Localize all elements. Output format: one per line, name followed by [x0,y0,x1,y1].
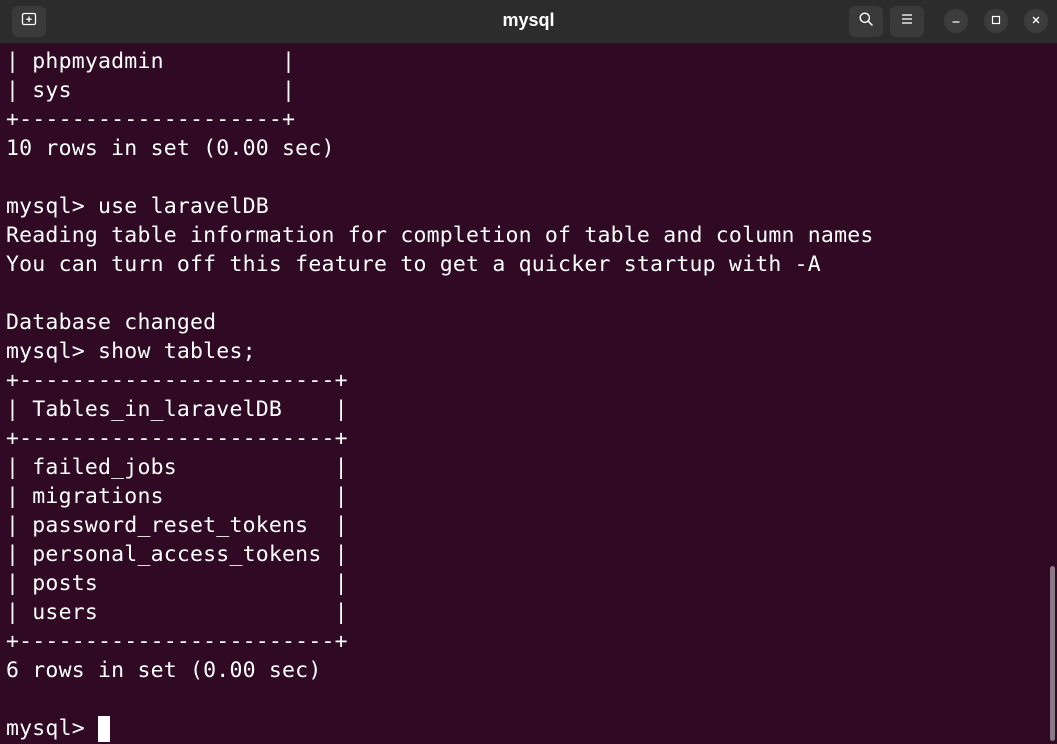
terminal-line: 10 rows in set (0.00 sec) [6,136,335,161]
search-icon [858,11,874,32]
terminal-line: | posts | [6,571,348,596]
new-tab-button[interactable] [12,6,46,37]
menu-button[interactable] [890,6,924,37]
new-tab-icon [21,11,37,32]
prompt-label: mysql> [6,716,99,741]
terminal-line: | migrations | [6,484,348,509]
scrollbar[interactable] [1050,566,1055,741]
terminal-line: | phpmyadmin | [6,49,296,74]
terminal-line: +------------------------+ [6,368,348,393]
text-cursor [98,715,111,742]
terminal-line: | users | [6,600,348,625]
terminal-line: | password_reset_tokens | [6,513,348,538]
terminal-line: | failed_jobs | [6,455,348,480]
terminal-line: mysql> use laravelDB [6,194,269,219]
close-button[interactable] [1024,9,1048,33]
terminal-line: +------------------------+ [6,629,348,654]
terminal-lines: | phpmyadmin | | sys | +----------------… [6,47,874,743]
hamburger-menu-icon [900,12,914,31]
maximize-button[interactable] [984,9,1008,33]
terminal-line: +------------------------+ [6,426,348,451]
minimize-icon [951,12,961,30]
terminal-line: | personal_access_tokens | [6,542,348,567]
terminal-line: You can turn off this feature to get a q… [6,252,821,277]
terminal-line: Reading table information for completion… [6,223,874,248]
minimize-button[interactable] [944,9,968,33]
terminal-output[interactable]: | phpmyadmin | | sys | +----------------… [0,44,1057,744]
close-icon [1031,12,1041,30]
terminal-line: | sys | [6,78,296,103]
search-button[interactable] [849,6,883,37]
terminal-line: 6 rows in set (0.00 sec) [6,658,322,683]
title-bar[interactable]: mysql [0,0,1057,44]
maximize-icon [991,12,1001,30]
command-prompt[interactable]: mysql> [6,714,874,743]
terminal-line: Database changed [6,310,217,335]
terminal-window: mysql | phpmyadmin | | sys | +----------… [0,0,1057,744]
terminal-line: mysql> show tables; [6,339,256,364]
terminal-line: +--------------------+ [6,107,296,132]
terminal-line: | Tables_in_laravelDB | [6,397,348,422]
